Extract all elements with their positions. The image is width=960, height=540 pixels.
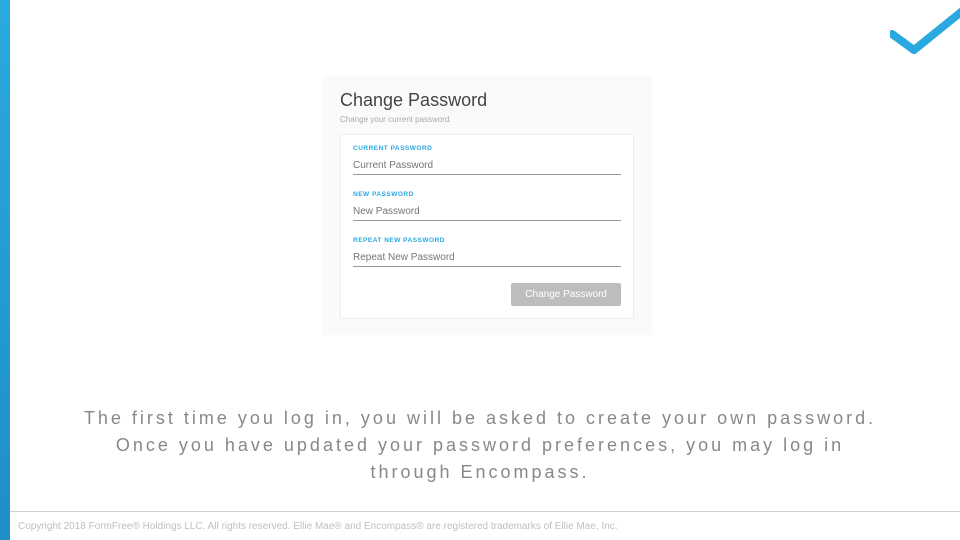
- panel-subtitle: Change your current password.: [340, 115, 634, 124]
- label-current-password: CURRENT PASSWORD: [353, 145, 621, 152]
- left-accent-bar: [0, 0, 10, 540]
- copyright-text: Copyright 2018 FormFree® Holdings LLC. A…: [18, 521, 618, 532]
- input-new-password[interactable]: [353, 203, 621, 221]
- form-card: CURRENT PASSWORD NEW PASSWORD REPEAT NEW…: [340, 134, 634, 319]
- panel-title: Change Password: [340, 90, 634, 111]
- field-new-password: NEW PASSWORD: [353, 191, 621, 221]
- checkmark-logo: [890, 6, 960, 56]
- label-new-password: NEW PASSWORD: [353, 191, 621, 198]
- input-repeat-password[interactable]: [353, 249, 621, 267]
- field-current-password: CURRENT PASSWORD: [353, 145, 621, 175]
- change-password-panel: Change Password Change your current pass…: [322, 76, 652, 335]
- slide-caption: The first time you log in, you will be a…: [80, 405, 880, 486]
- change-password-button[interactable]: Change Password: [511, 283, 621, 306]
- footer-divider: [10, 511, 960, 512]
- label-repeat-password: REPEAT NEW PASSWORD: [353, 237, 621, 244]
- input-current-password[interactable]: [353, 157, 621, 175]
- field-repeat-password: REPEAT NEW PASSWORD: [353, 237, 621, 267]
